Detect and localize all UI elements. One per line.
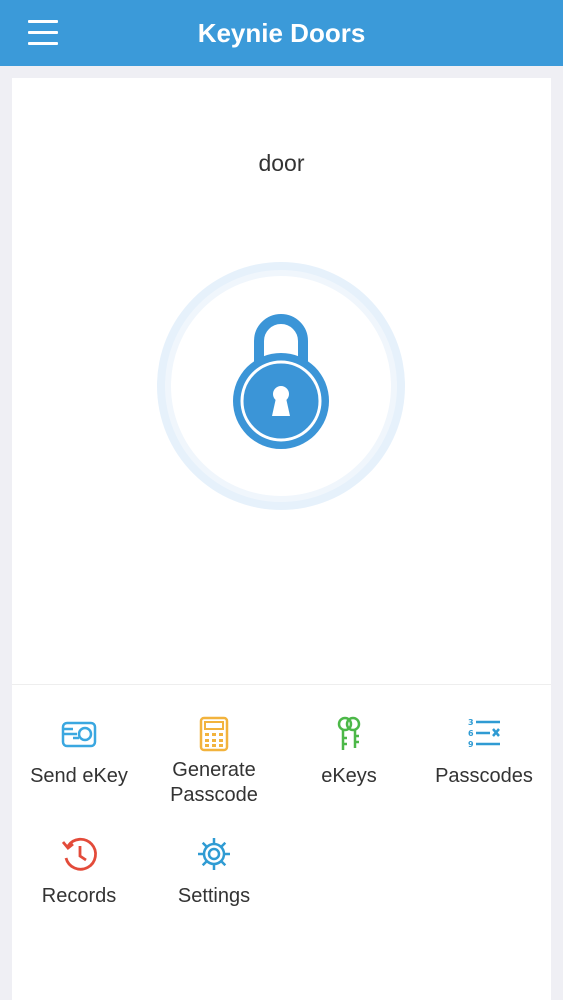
svg-text:3: 3 — [468, 718, 474, 727]
door-card: door Send eKey Generate Passcode eKeys 3… — [12, 78, 551, 1000]
passcodes-label: Passcodes — [435, 765, 533, 787]
door-name: door — [258, 150, 305, 176]
settings-button[interactable]: Settings — [147, 834, 281, 909]
app-header: Keynie Doors — [0, 0, 563, 66]
generate-passcode-button[interactable]: Generate Passcode — [147, 714, 281, 808]
unlock-button[interactable] — [151, 256, 411, 516]
ekeys-label: eKeys — [321, 765, 377, 787]
calculator-icon — [199, 716, 229, 752]
generate-passcode-label: Generate Passcode — [170, 759, 258, 806]
gear-icon — [198, 838, 230, 870]
keys-icon — [337, 716, 361, 750]
history-icon — [61, 837, 97, 871]
passcode-list-icon: 3 6 9 — [468, 718, 500, 749]
page-title: Keynie Doors — [197, 18, 366, 48]
svg-text:6: 6 — [468, 729, 474, 738]
divider — [12, 684, 551, 685]
send-ekey-label: Send eKey — [30, 765, 128, 787]
send-ekey-button[interactable]: Send eKey — [12, 714, 146, 789]
padlock-icon — [157, 262, 405, 510]
svg-text:9: 9 — [468, 740, 474, 749]
ekeys-button[interactable]: eKeys — [282, 714, 416, 789]
send-ekey-icon — [61, 721, 97, 748]
settings-label: Settings — [177, 885, 251, 907]
records-label: Records — [41, 885, 117, 907]
records-button[interactable]: Records — [12, 834, 146, 909]
passcodes-button[interactable]: 3 6 9 Passcodes — [417, 714, 551, 789]
